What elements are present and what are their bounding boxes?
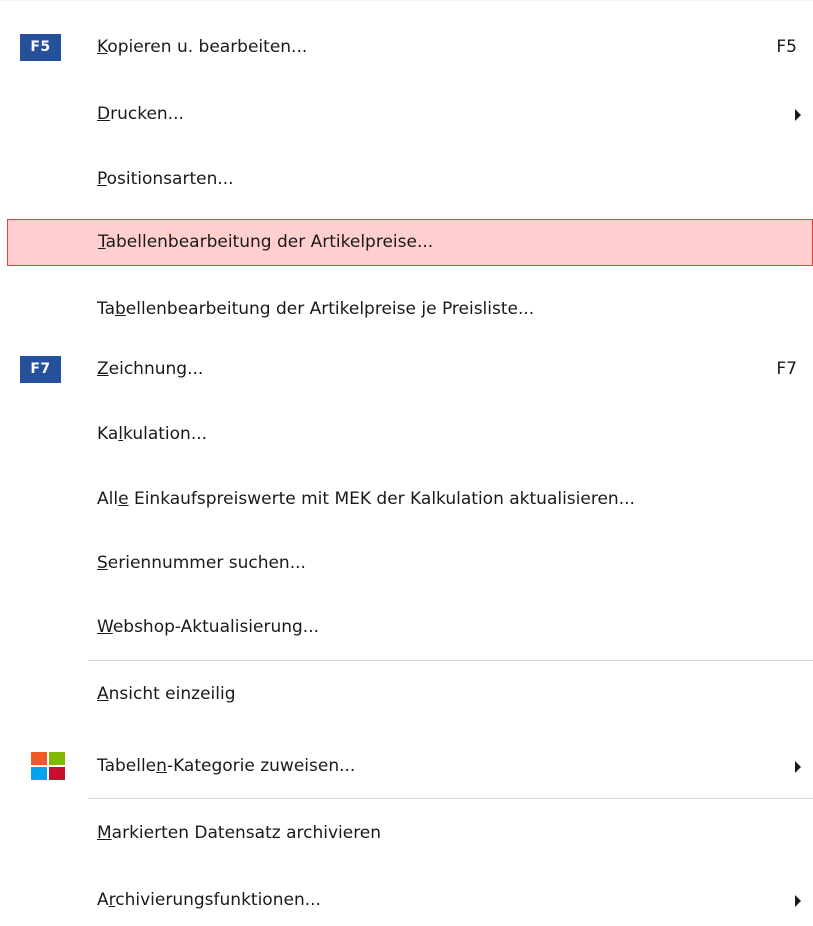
menu-item-label: Webshop-Aktualisierung... bbox=[97, 617, 320, 637]
shortcut-text: F7 bbox=[776, 359, 797, 379]
function-key-f7-icon: F7 bbox=[20, 356, 61, 383]
menu-item-label: Archivierungsfunktionen... bbox=[97, 890, 321, 910]
menu-item-label: Drucken... bbox=[97, 104, 184, 124]
menu-item-datensatz-archivieren[interactable]: Markierten Datensatz archivieren bbox=[6, 810, 813, 857]
menu-item-tabellen-kategorie-zuweisen[interactable]: Tabellen-Kategorie zuweisen... bbox=[6, 743, 813, 790]
menu-item-kalkulation[interactable]: Kalkulation... bbox=[6, 411, 813, 458]
menu-item-label: Alle Einkaufspreiswerte mit MEK der Kalk… bbox=[97, 489, 635, 509]
context-menu: F5 Kopieren u. bearbeiten... F5 Drucken.… bbox=[0, 0, 813, 926]
menu-item-label: Seriennummer suchen... bbox=[97, 553, 306, 573]
tile-green bbox=[49, 752, 65, 765]
menu-item-drucken[interactable]: Drucken... bbox=[6, 91, 813, 138]
function-key-f5-icon: F5 bbox=[20, 34, 61, 61]
menu-item-label: Tabellenbearbeitung der Artikelpreise... bbox=[98, 232, 434, 252]
menu-item-label: Positionsarten... bbox=[97, 169, 234, 189]
menu-item-tabellenbearbeitung-preisliste[interactable]: Tabellenbearbeitung der Artikelpreise je… bbox=[6, 286, 813, 333]
menu-item-label: Markierten Datensatz archivieren bbox=[97, 823, 382, 843]
menu-item-label: Ansicht einzeilig bbox=[97, 684, 236, 704]
menu-item-kopieren-bearbeiten[interactable]: F5 Kopieren u. bearbeiten... F5 bbox=[6, 24, 813, 71]
submenu-arrow-icon bbox=[795, 895, 801, 907]
tile-red bbox=[49, 767, 65, 780]
menu-item-label: Tabellen-Kategorie zuweisen... bbox=[97, 756, 356, 776]
submenu-arrow-icon bbox=[795, 761, 801, 773]
menu-item-positionsarten[interactable]: Positionsarten... bbox=[6, 156, 813, 203]
tile-blue bbox=[31, 767, 47, 780]
menu-item-label: Kalkulation... bbox=[97, 424, 208, 444]
shortcut-text: F5 bbox=[776, 37, 797, 57]
menu-separator bbox=[88, 660, 813, 661]
menu-item-zeichnung[interactable]: F7 Zeichnung... F7 bbox=[6, 346, 813, 393]
menu-item-webshop-aktualisierung[interactable]: Webshop-Aktualisierung... bbox=[6, 604, 813, 651]
menu-item-tabellenbearbeitung-artikelpreise[interactable]: Tabellenbearbeitung der Artikelpreise... bbox=[7, 219, 813, 266]
submenu-arrow-icon bbox=[795, 109, 801, 121]
menu-item-label: Tabellenbearbeitung der Artikelpreise je… bbox=[97, 299, 535, 319]
menu-item-label: Kopieren u. bearbeiten... bbox=[97, 37, 308, 57]
menu-separator bbox=[88, 798, 813, 799]
tile-orange bbox=[31, 752, 47, 765]
menu-item-label: Zeichnung... bbox=[97, 359, 204, 379]
colored-tiles-icon bbox=[31, 752, 65, 781]
menu-item-seriennummer-suchen[interactable]: Seriennummer suchen... bbox=[6, 540, 813, 587]
menu-item-archivierungsfunktionen[interactable]: Archivierungsfunktionen... bbox=[6, 877, 813, 924]
menu-item-einkaufspreiswerte-aktualisieren[interactable]: Alle Einkaufspreiswerte mit MEK der Kalk… bbox=[6, 476, 813, 523]
menu-item-ansicht-einzeilig[interactable]: Ansicht einzeilig bbox=[6, 671, 813, 718]
